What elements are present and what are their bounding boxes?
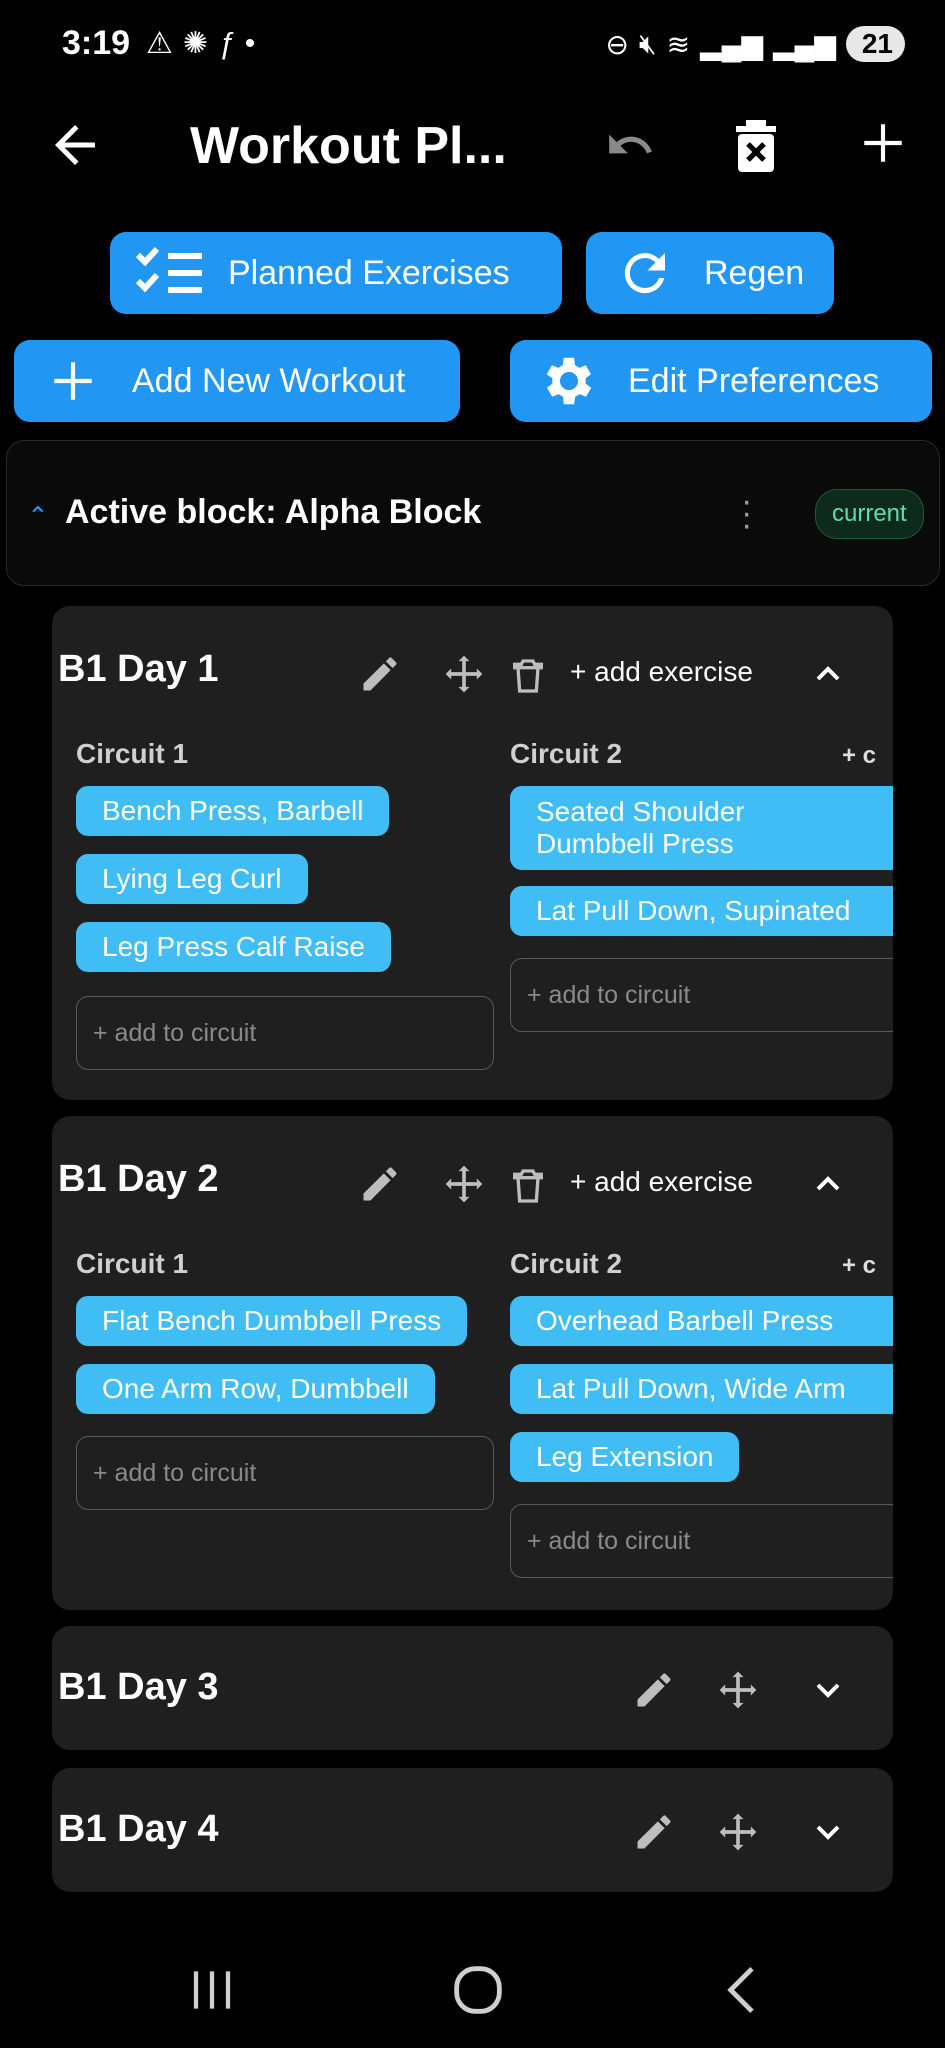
more-vert-icon[interactable]: · · · <box>741 484 752 542</box>
add-exercise-button[interactable]: + add exercise <box>570 656 753 688</box>
day-title: B1 Day 2 <box>58 1158 219 1200</box>
planned-exercises-button[interactable]: Planned Exercises <box>110 232 562 314</box>
home-icon[interactable] <box>446 1958 510 2022</box>
mute-icon: 🔇︎ <box>638 27 657 59</box>
chevron-up-icon[interactable] <box>808 654 848 694</box>
delete-icon[interactable] <box>508 654 548 698</box>
drag-move-icon[interactable] <box>442 652 486 696</box>
day-card-3[interactable]: B1 Day 3 <box>52 1626 893 1750</box>
drag-move-icon[interactable] <box>442 1162 486 1206</box>
exercise-chip[interactable]: Overhead Barbell Press <box>510 1296 893 1346</box>
add-icon[interactable] <box>858 118 908 168</box>
active-block-header[interactable]: ⌃ Active block: Alpha Block · · · current <box>6 440 940 586</box>
day-card-2: B1 Day 2 + add exercise Circuit 1 Flat B… <box>52 1116 893 1610</box>
undo-icon[interactable] <box>600 120 660 170</box>
app-bar: Workout Pl... <box>0 100 945 190</box>
add-to-circuit-input[interactable]: + add to circuit <box>510 958 893 1032</box>
add-exercise-button[interactable]: + add exercise <box>570 1166 753 1198</box>
refresh-icon <box>610 238 680 308</box>
delete-icon[interactable] <box>508 1164 548 1208</box>
drag-move-icon[interactable] <box>716 1668 760 1712</box>
add-circuit-button[interactable]: + c <box>842 1252 876 1280</box>
checklist-icon <box>134 238 204 308</box>
recent-apps-icon[interactable] <box>180 1958 244 2022</box>
day-title: B1 Day 1 <box>58 648 219 690</box>
plus-icon <box>38 346 108 416</box>
status-badge: current <box>815 489 924 539</box>
add-circuit-button[interactable]: + c <box>842 742 876 770</box>
exercise-chip[interactable]: Seated Shoulder Dumbbell Press <box>510 786 893 870</box>
add-to-circuit-input[interactable]: + add to circuit <box>76 996 494 1070</box>
chevron-down-icon[interactable] <box>808 1670 848 1710</box>
do-not-disturb-icon: ⊖ <box>605 28 629 60</box>
gear-icon <box>534 346 604 416</box>
edit-icon[interactable] <box>358 1162 402 1206</box>
active-block-label: Active block: Alpha Block <box>65 493 482 531</box>
page-title: Workout Pl... <box>190 117 507 175</box>
wifi-icon: ≋ <box>666 28 691 60</box>
exercise-chip[interactable]: Bench Press, Barbell <box>76 786 390 836</box>
chevron-up-icon[interactable]: ⌃ <box>27 501 49 532</box>
circuit-title: Circuit 1 <box>76 738 189 769</box>
circuit-title: Circuit 2 <box>510 1248 623 1279</box>
circuit-title: Circuit 1 <box>76 1248 189 1279</box>
exercise-chip[interactable]: Lat Pull Down, Supinated <box>510 886 893 936</box>
chevron-up-icon[interactable] <box>808 1164 848 1204</box>
warning-icon: ⚠ <box>146 27 173 60</box>
circuit-title: Circuit 2 <box>510 738 623 769</box>
delete-all-icon[interactable] <box>732 118 780 174</box>
back-arrow-icon[interactable] <box>45 115 105 175</box>
day-title: B1 Day 4 <box>58 1808 219 1850</box>
add-to-circuit-input[interactable]: + add to circuit <box>76 1436 494 1510</box>
signal-icon: ▂▄▆ <box>700 28 763 60</box>
system-nav-bar <box>0 1950 945 2030</box>
edit-icon[interactable] <box>632 1668 676 1712</box>
exercise-chip[interactable]: Lying Leg Curl <box>76 854 308 904</box>
planned-exercises-label: Planned Exercises <box>228 253 510 292</box>
exercise-chip[interactable]: Lat Pull Down, Wide Arm <box>510 1364 893 1414</box>
regen-button[interactable]: Regen <box>586 232 834 314</box>
openai-icon: ✺ <box>182 27 209 60</box>
drag-move-icon[interactable] <box>716 1810 760 1854</box>
edit-preferences-label: Edit Preferences <box>628 361 880 400</box>
edit-preferences-button[interactable]: Edit Preferences <box>510 340 932 422</box>
exercise-chip[interactable]: Leg Extension <box>510 1432 740 1482</box>
system-back-icon[interactable] <box>712 1958 776 2022</box>
chevron-down-icon[interactable] <box>808 1812 848 1852</box>
day-title: B1 Day 3 <box>58 1666 219 1708</box>
day-card-1: B1 Day 1 + add exercise Circuit 1 Bench … <box>52 606 893 1100</box>
edit-icon[interactable] <box>632 1810 676 1854</box>
add-to-circuit-input[interactable]: + add to circuit <box>510 1504 893 1578</box>
edit-icon[interactable] <box>358 652 402 696</box>
add-new-workout-button[interactable]: Add New Workout <box>14 340 460 422</box>
add-new-workout-label: Add New Workout <box>132 361 406 400</box>
signal-roaming-icon: ▂▄▆ <box>772 28 836 60</box>
fantasy-icon: ƒ <box>218 26 235 60</box>
day-card-4[interactable]: B1 Day 4 <box>52 1768 893 1892</box>
exercise-chip[interactable]: Flat Bench Dumbbell Press <box>76 1296 468 1346</box>
battery-indicator: 21 <box>845 26 905 62</box>
regen-label: Regen <box>704 253 805 292</box>
exercise-chip[interactable]: Leg Press Calf Raise <box>76 922 392 972</box>
status-time: 3:19 <box>62 24 131 62</box>
exercise-chip[interactable]: One Arm Row, Dumbbell <box>76 1364 435 1414</box>
status-bar: 3:19 ⚠ ✺ ƒ • ⊖ 🔇︎ ≋ ▂▄▆ ▂▄▆ 21 <box>0 0 945 92</box>
dot-icon: • <box>244 26 256 60</box>
